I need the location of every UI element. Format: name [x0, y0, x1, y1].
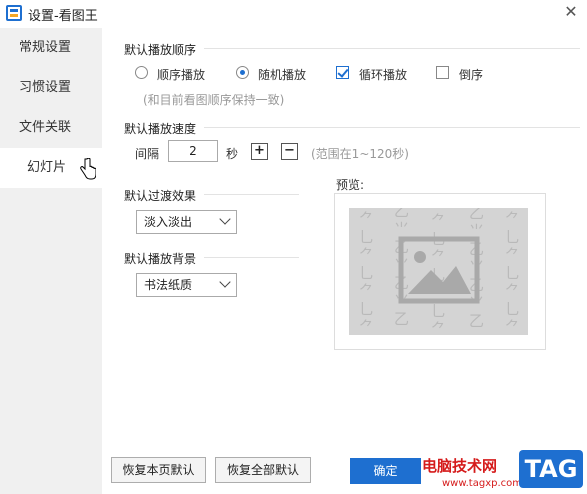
- reset-all-defaults-button[interactable]: 恢复全部默认: [215, 457, 311, 483]
- radio-random-label: 随机播放: [258, 68, 307, 82]
- ok-button[interactable]: 确定: [350, 458, 421, 484]
- close-button[interactable]: ✕: [561, 2, 581, 22]
- title-bar: 设置-看图王 ✕: [0, 0, 587, 28]
- divider: [204, 48, 580, 49]
- sidebar: 常规设置 习惯设置 文件关联 幻灯片: [0, 28, 102, 494]
- background-select-value: 书法纸质: [144, 278, 193, 292]
- radio-sequential[interactable]: [135, 66, 148, 79]
- transition-select[interactable]: 淡入淡出: [136, 210, 237, 234]
- sidebar-item-habits[interactable]: 习惯设置: [0, 68, 102, 108]
- loop-checkbox[interactable]: [336, 66, 349, 79]
- preview-label: 预览:: [336, 178, 365, 192]
- hand-cursor-icon: [80, 158, 96, 180]
- background-heading: 默认播放背景: [124, 252, 197, 266]
- interval-input[interactable]: 2: [168, 140, 218, 162]
- radio-sequential-label: 顺序播放: [157, 68, 206, 82]
- preview-image: ⺈乚⺈乚⺈乚⺈ 乙⺌乙⺌乙⺌乙 ⺈乚⺈乚⺈乚⺈ 乙⺌乙⺌乙⺌乙 ⺈乚⺈乚⺈乚⺈: [349, 208, 528, 335]
- watermark-tag-logo: TAG: [519, 450, 583, 488]
- transition-heading: 默认过渡效果: [124, 189, 197, 203]
- image-placeholder-icon: [398, 236, 480, 304]
- sidebar-item-file-association[interactable]: 文件关联: [0, 108, 102, 148]
- decrement-button[interactable]: −: [281, 143, 298, 160]
- play-order-heading: 默认播放顺序: [124, 43, 197, 57]
- watermark-url: www.tagxp.com: [442, 478, 522, 489]
- increment-button[interactable]: +: [251, 143, 268, 160]
- reset-page-defaults-button[interactable]: 恢复本页默认: [111, 457, 206, 483]
- transition-select-value: 淡入淡出: [144, 215, 193, 229]
- app-icon: [6, 5, 22, 21]
- window-title: 设置-看图王: [28, 9, 98, 24]
- play-order-hint: (和目前看图顺序保持一致): [143, 93, 285, 107]
- reverse-checkbox[interactable]: [436, 66, 449, 79]
- chevron-down-icon: [219, 213, 231, 225]
- interval-label: 间隔: [135, 147, 160, 161]
- loop-checkbox-label: 循环播放: [359, 68, 408, 82]
- background-select[interactable]: 书法纸质: [136, 273, 237, 297]
- play-speed-heading: 默认播放速度: [124, 122, 197, 136]
- divider: [204, 257, 299, 258]
- reverse-checkbox-label: 倒序: [459, 68, 484, 82]
- chevron-down-icon: [219, 276, 231, 288]
- watermark-brand: 电脑技术网: [422, 457, 498, 475]
- divider: [204, 127, 580, 128]
- radio-random[interactable]: [236, 66, 249, 79]
- divider: [204, 194, 299, 195]
- interval-range-hint: (范围在1~120秒): [311, 147, 409, 161]
- sidebar-item-general[interactable]: 常规设置: [0, 28, 102, 68]
- seconds-unit: 秒: [226, 147, 239, 161]
